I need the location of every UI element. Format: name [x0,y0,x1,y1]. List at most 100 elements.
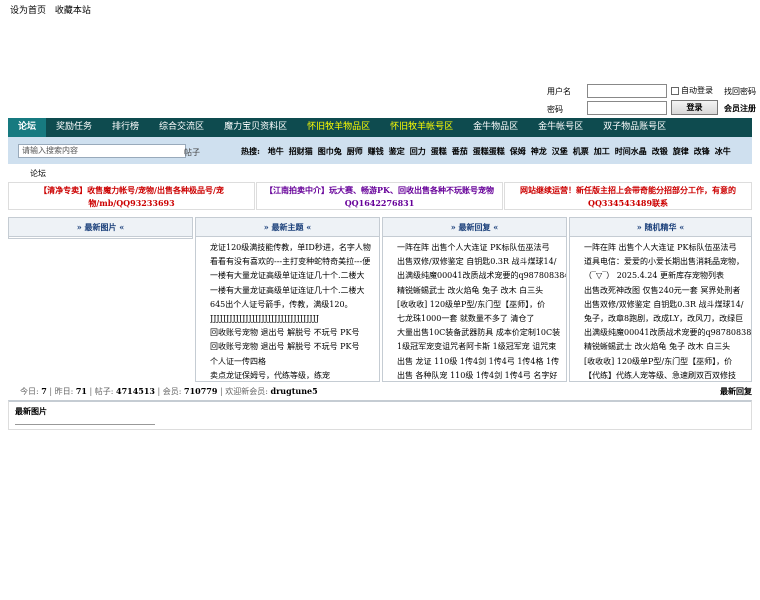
list-item[interactable]: 兔子，改章8跑剧，改成LY，改风刀，改绿巨 [584,312,751,326]
bullet-icon: « [116,222,125,232]
list-item[interactable]: 龙证120级满技能传教，单ID秒进，名字人物 [210,241,379,255]
latest-pictures-section: 最新图片 [8,400,752,430]
bullet-icon: « [303,222,312,232]
nav-item-4[interactable]: 魔力宝贝资料区 [214,118,297,137]
list-item[interactable]: 看看有没有喜欢的---主打变种蛇特奇美拉---便 [210,255,379,269]
bullet-icon: « [490,222,499,232]
list-item[interactable]: 个人证一传四格 [210,355,379,369]
hot-search-item[interactable]: 赚钱 [368,146,384,156]
hot-search: 热搜: 地牛 招财猫 图巾兔 厨师 赚钱 鉴定 回力 蛋糕 番茄 蛋糕蛋糕 保姆 神龙 汉堡 机票 加工 时间… [241,146,736,157]
hot-search-item[interactable]: 番茄 [452,146,468,156]
latest-pictures-heading: 最新图片 [15,406,47,416]
hot-search-item[interactable]: 厨师 [347,146,363,156]
list-item[interactable]: 一阵在阵 出售个人大连证 PK标队伍巫法弓 [397,241,566,255]
hot-search-item[interactable]: 图巾兔 [318,146,342,156]
set-homepage-link[interactable]: 设为首页 [10,6,46,16]
register-link[interactable]: 会员注册 [724,103,756,114]
latest-topics-panel: » 最新主题 « 龙证120级满技能传教，单ID秒进，名字人物 看看有没有喜欢的--… [195,217,380,382]
nav-item-9[interactable]: 双子物品账号区 [593,118,676,137]
hot-search-item[interactable]: 神龙 [531,146,547,156]
nav-item-5[interactable]: 怀旧牧羊物品区 [297,118,380,137]
random-featured-title: » 随机精华 « [570,218,751,237]
nav-item-6[interactable]: 怀旧牧羊帐号区 [380,118,463,137]
ad-banner-1[interactable]: 【清净专卖】收售魔力帐号/宠物/出售各种极品号/宠物/mb/QQ93233693 [8,182,255,210]
ad-text-2[interactable]: 【江南拍卖中介】玩大赛、畅游PK、回收出售各种不玩账号宠物 QQ16422768… [265,185,494,208]
random-featured-panel: » 随机精华 « 一阵在阵 出售个人大连证 PK标队伍巫法弓 道具电信：爱爱的小爱长… [569,217,752,382]
ad-banner-3[interactable]: 网站继续运营！新任版主招上会带奇能分招部分工作，有意的 QQ334543489联… [504,182,752,210]
bookmark-link[interactable]: 收藏本站 [55,6,91,16]
ad-text-3[interactable]: 网站继续运营！新任版主招上会带奇能分招部分工作，有意的 QQ334543489联… [520,185,736,208]
list-item[interactable]: 精锐蜥蜴武士 改火焰龟 兔子 改木 白三头 [584,340,751,354]
list-item[interactable]: 【代练】代练人宠等级、急速刷双百双修技 [584,369,751,383]
find-password-link[interactable]: 找回密码 [724,86,756,97]
members-label: 会员: [162,387,182,396]
list-item[interactable]: 出售双修/双修鉴定 自钥匙0.3R 战斗煤球14/ [584,298,751,312]
hot-search-item[interactable]: 地牛 [268,146,284,156]
hot-search-item[interactable]: 回力 [410,146,426,156]
nav-item-0[interactable]: 论坛 [8,118,47,137]
list-item[interactable]: 出售改死神改图 仅售240元一套 冥界处刑者 [584,284,751,298]
password-label: 密码 [547,105,563,114]
main-nav: 论坛 奖励任务 排行榜 综合交流区 魔力宝贝资料区 怀旧牧羊物品区 怀旧牧羊帐号区 金牛物品区… [8,118,752,137]
list-item[interactable]: 卖点龙证保姆号，代练等级，练宠 [210,369,379,383]
list-item[interactable]: [收收收] 120级单P型/东门型【巫师】，价 [584,355,751,369]
bullet-icon: » [450,222,459,232]
nav-item-8[interactable]: 金牛帐号区 [528,118,593,137]
forum-stats: 今日: 7 | 昨日: 71 | 帖子: 4714513 | 会员: 71077… [20,386,318,396]
list-item[interactable]: 一楼有大量龙证高级单证连证几十个.二楼大 [210,269,379,283]
list-item[interactable]: JJJJJJJJJJJJJJJJJJJJJJJJJJJJJJJJJJ [210,312,379,326]
hot-search-item[interactable]: 旋律 [673,146,689,156]
nav-item-7[interactable]: 金牛物品区 [463,118,528,137]
hot-search-item[interactable]: 蛋糕 [431,146,447,156]
breadcrumb[interactable]: 论坛 [30,168,46,179]
hot-search-item[interactable]: 时间水晶 [615,146,647,156]
search-type-select[interactable]: 帖子 [184,147,200,158]
list-item[interactable]: 精锐蜥蜴武士 改火焰龟 兔子 改木 白三头 [397,284,566,298]
bullet-icon: » [636,222,645,232]
password-input[interactable] [587,101,667,115]
list-item[interactable]: 645出个人证号箭手，传教，满级120。 [210,298,379,312]
list-item[interactable]: 一阵在阵 出售个人大连证 PK标队伍巫法弓 [584,241,751,255]
auto-login-checkbox[interactable] [671,86,679,95]
members-count: 710779 [184,386,218,396]
hot-search-item[interactable]: 改锻 [652,146,668,156]
list-item[interactable]: 回收账号宠物 退出号 解脱号 不玩号 PK号 [210,326,379,340]
nav-item-1[interactable]: 奖励任务 [46,118,102,137]
list-item[interactable]: 七龙珠1000一套 就数量不多了 清仓了 [397,312,566,326]
bullet-icon: » [76,222,85,232]
list-item[interactable]: 1级冠军宠变诅咒者阿卡斯 1级冠军宠 诅咒束 [397,340,566,354]
list-item[interactable]: 出售 龙证 110级 1传4剑 1传4弓 1传4格 1传 [397,355,566,369]
hot-search-item[interactable]: 鉴定 [389,146,405,156]
hot-search-item[interactable]: 汉堡 [552,146,568,156]
login-form: 用户名 自动登录 找回密码 密码 登录 会员注册 [547,83,760,117]
search-input[interactable]: 请输入搜索内容 [18,144,186,158]
list-item[interactable]: 出售 各种队宠 110级 1传4剑 1传4弓 名字好 [397,369,566,383]
auto-login-label: 自动登录 [681,86,713,95]
nav-item-3[interactable]: 综合交流区 [149,118,214,137]
hot-search-item[interactable]: 改锋 [694,146,710,156]
username-input[interactable] [587,84,667,98]
yesterday-count: 71 [75,386,87,396]
new-member-link[interactable]: drugtune5 [270,386,317,396]
login-button[interactable]: 登录 [671,100,718,115]
list-item[interactable]: 大量出售10C装备武器防具 成本价定制10C装 [397,326,566,340]
nav-item-2[interactable]: 排行榜 [102,118,149,137]
hot-search-item[interactable]: 机票 [573,146,589,156]
list-item[interactable]: 出满级纯魔00041改质战术宠要的q987808384 [397,269,566,283]
list-item[interactable]: 回收账号宠物 退出号 解脱号 不玩号 PK号 [210,340,379,354]
list-item[interactable]: 道具电信：爱爱的小爱长期出售消耗品宠物， [584,255,751,269]
newest-reply-link[interactable]: 最新回复 [720,386,752,397]
hot-search-item[interactable]: 保姆 [510,146,526,156]
hot-search-item[interactable]: 加工 [594,146,610,156]
hot-search-item[interactable]: 冰牛 [715,146,731,156]
list-item[interactable]: 出满级纯魔00041改质战术宠要的q987808384 [584,326,751,340]
ad-text-1[interactable]: 【清净专卖】收售魔力帐号/宠物/出售各种极品号/宠物/mb/QQ93233693 [39,185,224,208]
list-item[interactable]: （‾▽‾） 2025.4.24 更新库存宠物列表 [584,269,751,283]
posts-count: 4714513 [116,386,155,396]
hot-search-item[interactable]: 招财猫 [289,146,313,156]
ad-banner-2[interactable]: 【江南拍卖中介】玩大赛、畅游PK、回收出售各种不玩账号宠物 QQ16422768… [256,182,503,210]
hot-search-item[interactable]: 蛋糕蛋糕 [473,146,505,156]
list-item[interactable]: 出售双修/双修鉴定 自钥匙0.3R 战斗煤球14/ [397,255,566,269]
list-item[interactable]: 一楼有大量龙证高级单证连证几十个.二楼大 [210,284,379,298]
list-item[interactable]: [收收收] 120级单P型/东门型【巫师】，价 [397,298,566,312]
